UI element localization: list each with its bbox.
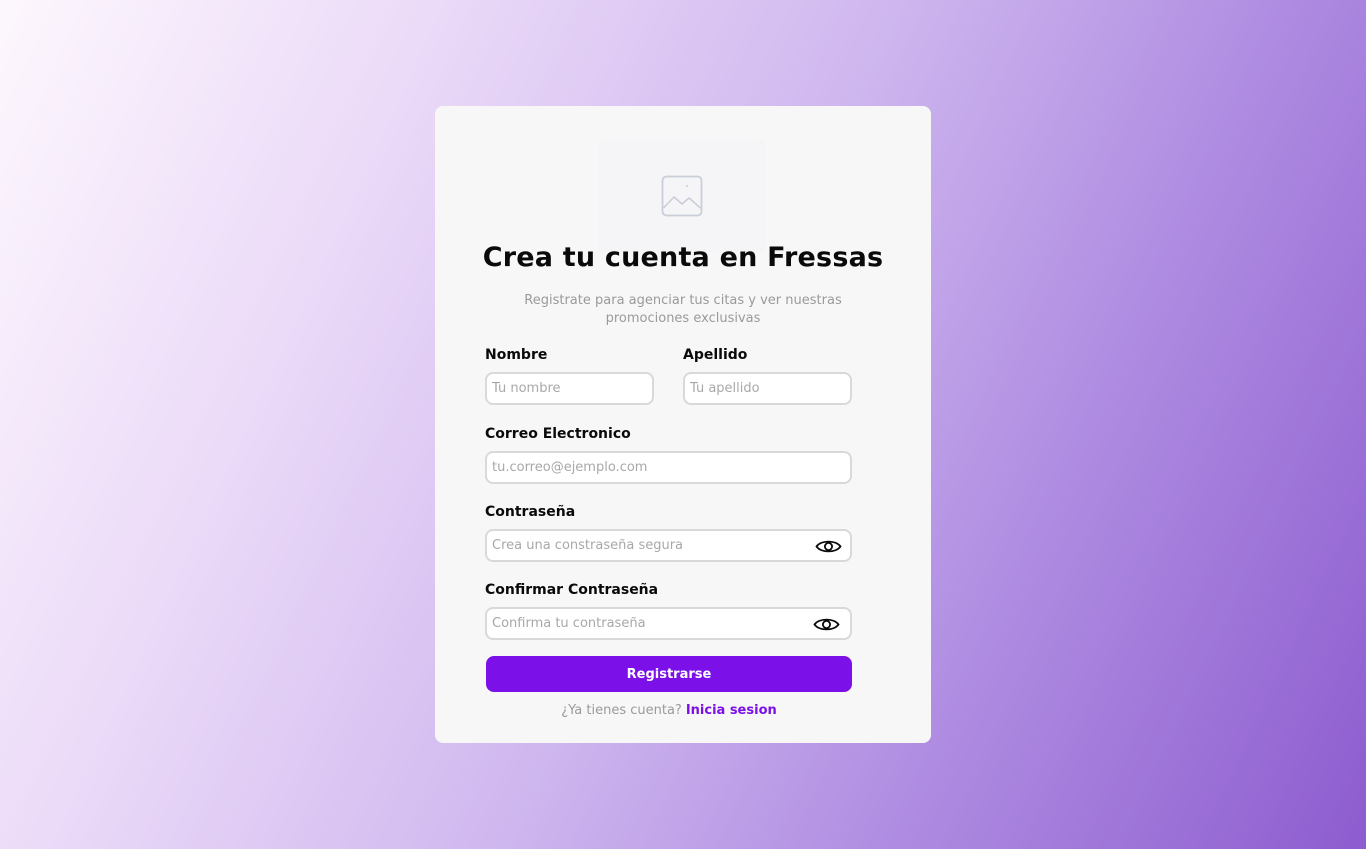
page-title: Crea tu cuenta en Fressas (482, 242, 884, 273)
register-button[interactable]: Registrarse (486, 656, 852, 692)
password-input[interactable] (485, 529, 852, 562)
signup-card: Crea tu cuenta en Fressas Registrate par… (435, 106, 931, 743)
confirm-password-label: Confirmar Contraseña (485, 582, 659, 598)
nombre-input[interactable] (485, 372, 654, 405)
password-label: Contraseña (485, 504, 576, 520)
apellido-label: Apellido (683, 347, 748, 363)
login-link[interactable]: Inicia sesion (686, 703, 777, 718)
login-prompt-text: ¿Ya tienes cuenta? (561, 703, 682, 718)
eye-icon[interactable] (812, 615, 840, 633)
confirm-password-input[interactable] (485, 607, 852, 640)
eye-icon[interactable] (814, 537, 842, 555)
nombre-label: Nombre (485, 347, 548, 363)
correo-label: Correo Electronico (485, 426, 631, 442)
logo-placeholder (599, 140, 765, 252)
image-placeholder-icon (661, 175, 703, 217)
login-prompt: ¿Ya tienes cuenta? Inicia sesion (486, 703, 852, 718)
page-subtitle: Registrate para agenciar tus citas y ver… (524, 293, 842, 326)
apellido-input[interactable] (683, 372, 852, 405)
email-input[interactable] (485, 451, 852, 484)
